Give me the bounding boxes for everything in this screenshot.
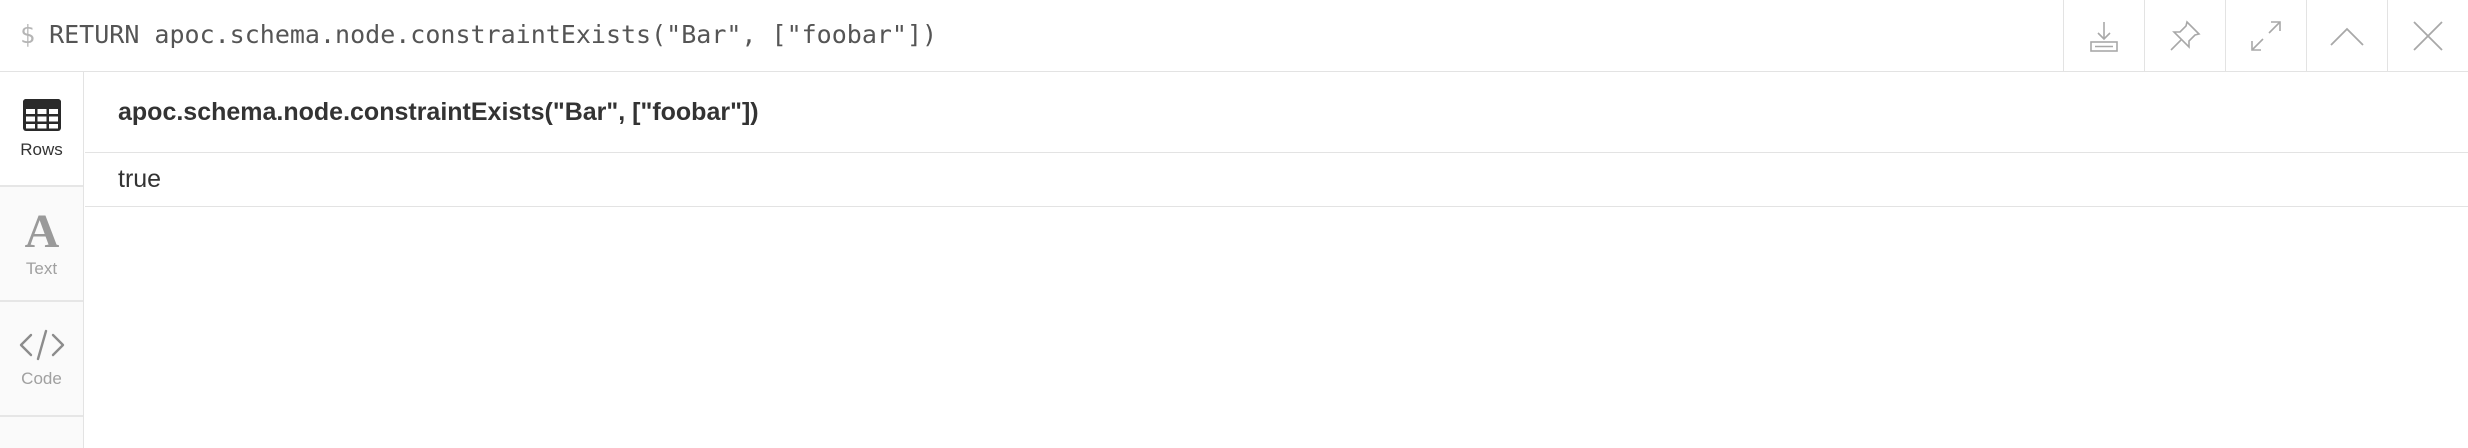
sidebar-item-label: Rows [20,139,63,159]
table-icon [22,98,61,131]
sidebar-item-rows[interactable]: Rows [0,72,83,187]
collapse-button[interactable] [2306,0,2387,72]
pin-icon [2170,20,2201,51]
sidebar-item-code[interactable]: Code [0,302,83,417]
expand-icon [2251,21,2281,51]
results-table: apoc.schema.node.constraintExists("Bar",… [85,72,2468,448]
sidebar-item-label: Text [25,258,58,278]
download-button[interactable] [2063,0,2144,72]
column-header: apoc.schema.node.constraintExists("Bar",… [85,72,2468,153]
sidebar-item-text[interactable]: A Text [0,187,83,302]
pin-button[interactable] [2144,0,2225,72]
text-a-icon: A [24,209,59,251]
close-button[interactable] [2387,0,2468,72]
query-editor[interactable]: $ RETURN apoc.schema.node.constraintExist… [20,0,937,72]
sidebar-item-label: Code [21,368,62,388]
code-icon [19,329,64,360]
frame-header: $ RETURN apoc.schema.node.constraintExist… [0,0,2468,72]
table-cell: true [118,165,162,193]
close-icon [2413,21,2443,51]
svg-text:A: A [24,209,59,251]
download-icon [2090,22,2118,52]
table-row: true [85,153,2468,207]
query-text[interactable]: RETURN apoc.schema.node.constraintExists… [49,20,937,49]
collapse-up-icon [2330,27,2364,46]
prompt-symbol: $ [20,20,36,49]
fullscreen-button[interactable] [2225,0,2306,72]
result-frame: $ RETURN apoc.schema.node.constraintExist… [0,0,2468,448]
frame-actions [2063,0,2468,72]
view-sidebar: Rows A Text Code [0,72,84,448]
